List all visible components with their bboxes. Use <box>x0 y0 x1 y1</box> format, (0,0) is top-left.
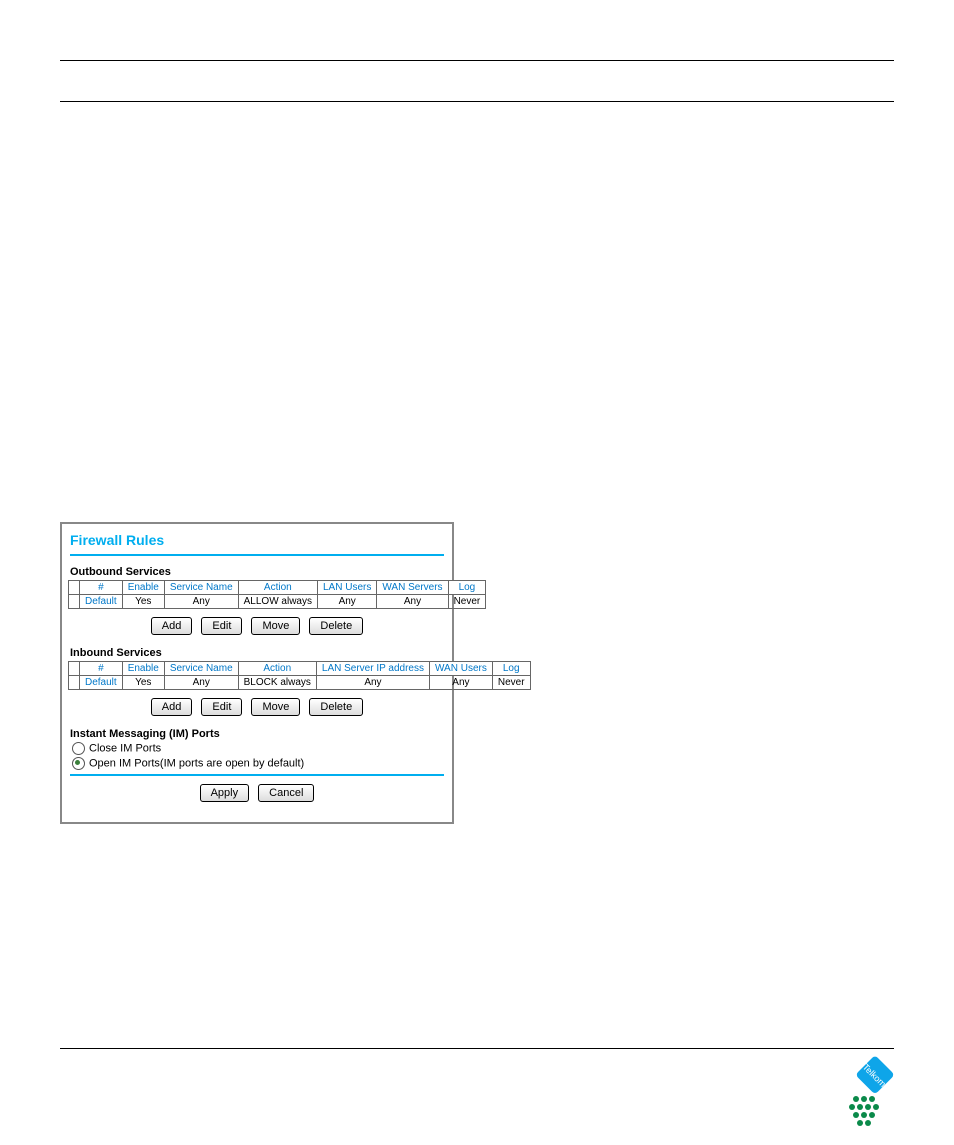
cell-enable: Yes <box>122 595 164 609</box>
col-log[interactable]: Log <box>448 581 486 595</box>
table-row[interactable]: Default Yes Any BLOCK always Any Any Nev… <box>69 676 531 690</box>
edit-button[interactable]: Edit <box>201 617 242 635</box>
radio-icon[interactable] <box>72 742 85 755</box>
panel-title: Firewall Rules <box>70 532 444 548</box>
outbound-button-row: Add Edit Move Delete <box>68 617 446 635</box>
add-button[interactable]: Add <box>151 617 193 635</box>
header-rule-2 <box>60 101 894 102</box>
col-lan[interactable]: LAN Server IP address <box>316 662 429 676</box>
move-button[interactable]: Move <box>251 617 300 635</box>
outbound-label: Outbound Services <box>70 566 446 578</box>
cell-lan: Any <box>318 595 377 609</box>
cell-service: Any <box>164 676 238 690</box>
col-num[interactable]: # <box>80 581 123 595</box>
cell-blank <box>69 595 80 609</box>
cell-action: ALLOW always <box>238 595 317 609</box>
firewall-rules-panel: Firewall Rules Outbound Services # Enabl… <box>60 522 454 824</box>
close-im-label: Close IM Ports <box>89 742 161 754</box>
bottom-blue-rule <box>70 774 444 776</box>
col-action[interactable]: Action <box>238 581 317 595</box>
col-lan[interactable]: LAN Users <box>318 581 377 595</box>
col-enable[interactable]: Enable <box>122 581 164 595</box>
im-section-label: Instant Messaging (IM) Ports <box>70 728 446 740</box>
inbound-button-row: Add Edit Move Delete <box>68 698 446 716</box>
move-button[interactable]: Move <box>251 698 300 716</box>
open-im-note: (IM ports are open by default) <box>160 757 304 769</box>
col-blank <box>69 662 80 676</box>
open-im-label: Open IM Ports <box>89 757 160 769</box>
col-wan[interactable]: WAN Users <box>429 662 492 676</box>
col-enable[interactable]: Enable <box>122 662 164 676</box>
inbound-table: # Enable Service Name Action LAN Server … <box>68 661 531 690</box>
title-rule <box>70 554 444 556</box>
delete-button[interactable]: Delete <box>309 617 363 635</box>
apply-button[interactable]: Apply <box>200 784 250 802</box>
cancel-button[interactable]: Cancel <box>258 784 314 802</box>
radio-icon[interactable] <box>72 757 85 770</box>
col-blank <box>69 581 80 595</box>
cell-log: Never <box>492 676 530 690</box>
col-service[interactable]: Service Name <box>164 581 238 595</box>
cell-wan: Any <box>429 676 492 690</box>
col-service[interactable]: Service Name <box>164 662 238 676</box>
telkom-logo: Telkom <box>836 1049 914 1127</box>
cell-blank <box>69 676 80 690</box>
table-header-row: # Enable Service Name Action LAN Server … <box>69 662 531 676</box>
open-im-ports-option[interactable]: Open IM Ports(IM ports are open by defau… <box>72 757 444 770</box>
cell-service: Any <box>164 595 238 609</box>
table-header-row: # Enable Service Name Action LAN Users W… <box>69 581 486 595</box>
cell-num[interactable]: Default <box>80 595 123 609</box>
header-rule-1 <box>60 60 894 61</box>
footer-rule <box>60 1048 894 1049</box>
col-num[interactable]: # <box>80 662 123 676</box>
table-row[interactable]: Default Yes Any ALLOW always Any Any Nev… <box>69 595 486 609</box>
cell-num[interactable]: Default <box>80 676 123 690</box>
cell-wan: Any <box>377 595 448 609</box>
col-action[interactable]: Action <box>238 662 316 676</box>
cell-lan: Any <box>316 676 429 690</box>
outbound-table: # Enable Service Name Action LAN Users W… <box>68 580 486 609</box>
cell-log: Never <box>448 595 486 609</box>
col-log[interactable]: Log <box>492 662 530 676</box>
apply-cancel-row: Apply Cancel <box>68 784 446 802</box>
inbound-label: Inbound Services <box>70 647 446 659</box>
cell-action: BLOCK always <box>238 676 316 690</box>
close-im-ports-option[interactable]: Close IM Ports <box>72 742 444 755</box>
cell-enable: Yes <box>122 676 164 690</box>
add-button[interactable]: Add <box>151 698 193 716</box>
delete-button[interactable]: Delete <box>309 698 363 716</box>
edit-button[interactable]: Edit <box>201 698 242 716</box>
col-wan[interactable]: WAN Servers <box>377 581 448 595</box>
